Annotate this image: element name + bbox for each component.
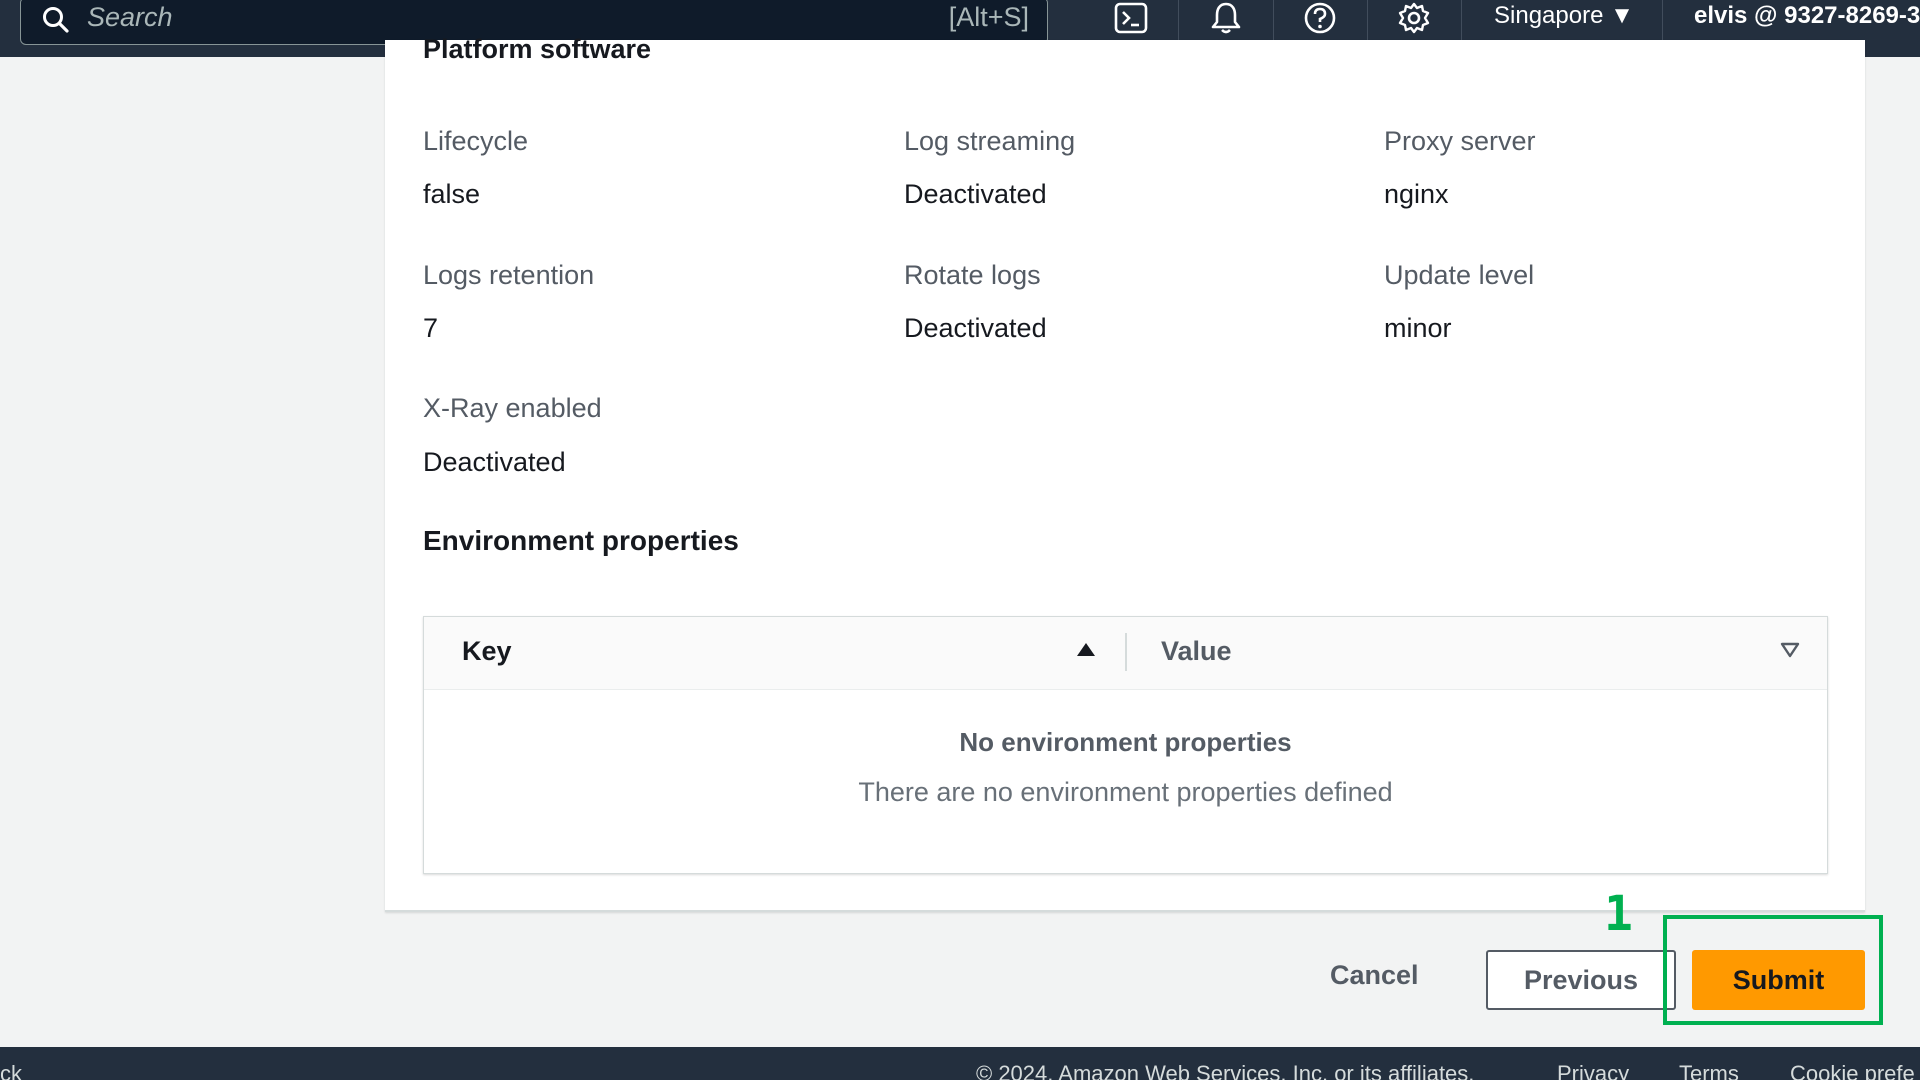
footer-privacy-link[interactable]: Privacy — [1557, 1061, 1629, 1080]
field-label-lifecycle: Lifecycle — [423, 126, 529, 156]
annotation-number: 1 — [1604, 886, 1633, 942]
sort-ascending-icon[interactable] — [1075, 641, 1097, 664]
notifications-button[interactable] — [1198, 0, 1254, 40]
cancel-button[interactable]: Cancel — [1330, 960, 1419, 991]
nav-separator — [1662, 0, 1663, 40]
account-menu[interactable]: elvis @ 9327-8269-35 — [1694, 2, 1920, 30]
footer-bar: ck © 2024, Amazon Web Services, Inc. or … — [0, 1047, 1920, 1080]
field-label-xray-enabled: X-Ray enabled — [423, 393, 602, 423]
footer-terms-link[interactable]: Terms — [1679, 1061, 1739, 1080]
empty-state-title: No environment properties — [959, 727, 1292, 757]
field-value-log-streaming: Deactivated — [904, 179, 1047, 209]
footer-copyright: © 2024, Amazon Web Services, Inc. or its… — [976, 1061, 1475, 1080]
search-shortcut: [Alt+S] — [948, 2, 1029, 32]
bell-icon — [1210, 1, 1242, 40]
footer-cookie-preferences-link[interactable]: Cookie prefe — [1790, 1061, 1915, 1080]
nav-separator — [1178, 0, 1179, 40]
nav-separator — [1273, 0, 1274, 40]
field-label-rotate-logs: Rotate logs — [904, 260, 1041, 290]
sort-descending-icon[interactable] — [1779, 641, 1801, 664]
cloudshell-button[interactable] — [1103, 0, 1159, 40]
column-divider[interactable] — [1125, 633, 1127, 671]
previous-button[interactable]: Previous — [1486, 950, 1676, 1010]
field-value-lifecycle: false — [423, 179, 481, 209]
search-icon — [41, 5, 71, 35]
column-header-value[interactable]: Value — [1161, 636, 1232, 667]
field-label-log-streaming: Log streaming — [904, 126, 1076, 156]
field-label-update-level: Update level — [1384, 260, 1535, 290]
gear-icon — [1397, 1, 1431, 40]
region-selector[interactable]: Singapore ▼ — [1494, 2, 1634, 30]
environment-properties-title: Environment properties — [423, 525, 739, 556]
footer-feedback-link[interactable]: ck — [0, 1061, 22, 1080]
table-header: Key Value — [424, 617, 1827, 690]
environment-properties-table: Key Value No environment properties Ther… — [423, 616, 1828, 874]
empty-state-description: There are no environment properties defi… — [858, 777, 1393, 807]
help-icon — [1303, 1, 1337, 40]
help-button[interactable] — [1292, 0, 1348, 40]
column-header-key[interactable]: Key — [462, 636, 512, 667]
field-value-rotate-logs: Deactivated — [904, 313, 1047, 343]
terminal-icon — [1114, 2, 1148, 39]
field-value-proxy-server: nginx — [1384, 179, 1449, 209]
field-value-xray-enabled: Deactivated — [423, 447, 566, 477]
nav-separator — [1461, 0, 1462, 40]
field-label-proxy-server: Proxy server — [1384, 126, 1536, 156]
nav-separator — [1367, 0, 1368, 40]
review-card: Platform software Lifecycle false Log st… — [385, 34, 1865, 912]
field-label-logs-retention: Logs retention — [423, 260, 595, 290]
settings-button[interactable] — [1386, 0, 1442, 40]
field-value-update-level: minor — [1384, 313, 1452, 343]
annotation-highlight-box — [1663, 915, 1883, 1025]
search-placeholder: Search — [87, 2, 173, 32]
field-value-logs-retention: 7 — [423, 313, 439, 343]
section-heading-cut: Platform software — [423, 34, 652, 64]
